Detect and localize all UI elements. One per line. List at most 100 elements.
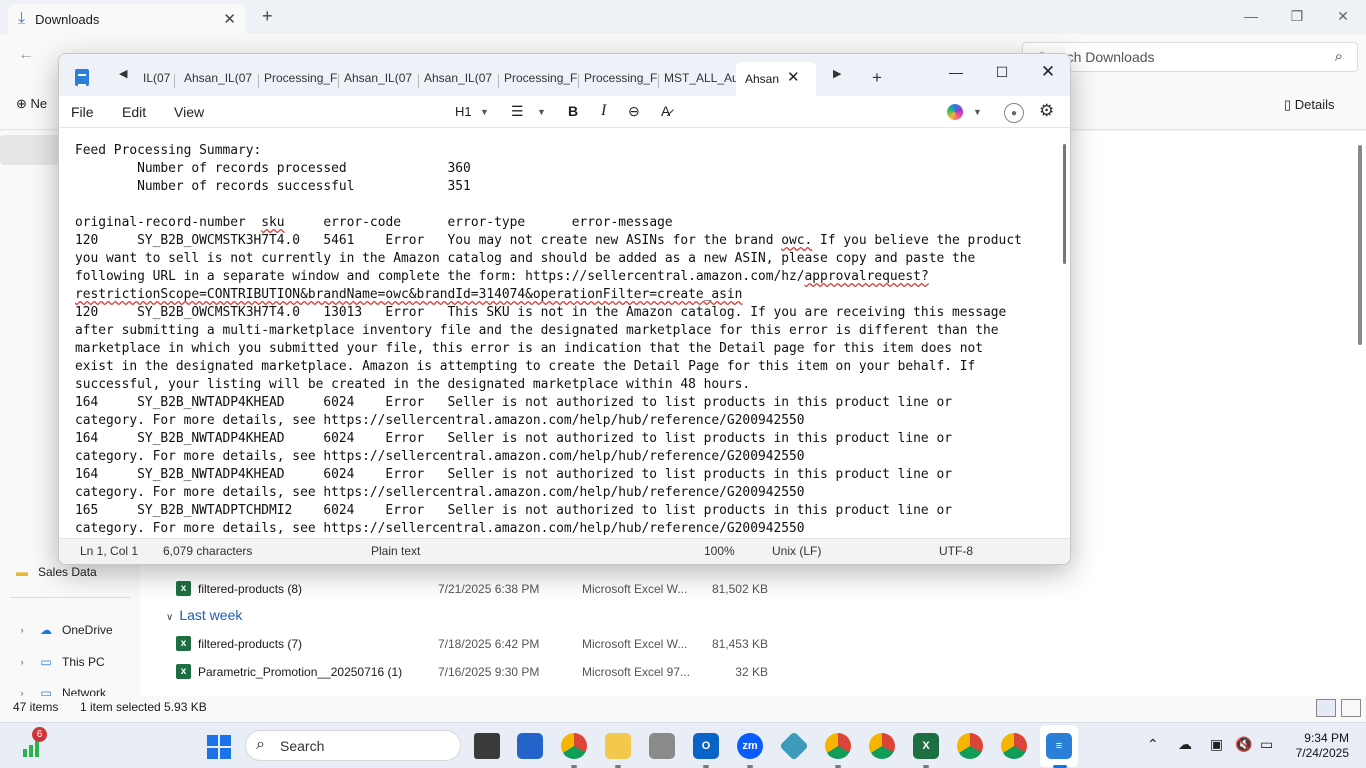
clock[interactable]: 9:34 PM 7/24/2025 [1287, 731, 1349, 761]
cloud-off-icon[interactable]: ☁ [1178, 736, 1192, 753]
widget-badge: 6 [32, 727, 47, 742]
menu-view[interactable]: View [174, 104, 204, 120]
chrome-profile-icon[interactable] [825, 733, 851, 759]
nav-label: Sales Data [38, 565, 97, 579]
spelling-squiggle: sku [261, 215, 285, 230]
tiles-view-icon[interactable] [1341, 699, 1361, 717]
tab-scroll-right-icon[interactable]: ▶ [833, 67, 841, 80]
notepad-tab[interactable]: Ahsan_IL(07 [184, 71, 258, 89]
character-count: 6,079 characters [163, 544, 253, 558]
task-view-icon[interactable] [474, 733, 500, 759]
notepad-tab[interactable]: Processing_F [264, 71, 338, 89]
account-icon[interactable]: ● [1004, 103, 1024, 123]
chevron-down-icon[interactable]: ▼ [973, 107, 982, 117]
text-editor[interactable]: Feed Processing Summary: Number of recor… [75, 142, 1060, 538]
tab-scroll-left-icon[interactable]: ◀ [119, 67, 127, 80]
close-button[interactable]: ✕ [1025, 58, 1070, 86]
link-icon[interactable]: ⊖ [628, 103, 640, 120]
text-line: successful, your listing will be created… [75, 377, 751, 392]
notepad-tab[interactable]: Ahsan_IL(07 [424, 71, 498, 89]
taskbar-search-label: Search [280, 737, 325, 754]
notepad-tab[interactable]: Ahsan_IL(07 [344, 71, 418, 89]
excel-icon[interactable]: X [913, 733, 939, 759]
explorer-scrollbar[interactable] [1358, 145, 1362, 345]
chevron-up-icon[interactable]: ⌃ [1147, 736, 1159, 753]
explorer-tab-downloads[interactable]: ⤓ Downloads ✕ [8, 4, 246, 34]
excel-file-icon: x [176, 581, 191, 596]
chrome-icon[interactable] [561, 733, 587, 759]
notepad-tab[interactable]: Processing_F [584, 71, 658, 89]
text-line: category. For more details, see https://… [75, 521, 805, 536]
new-tab-button[interactable]: + [872, 68, 882, 88]
close-tab-icon[interactable]: ✕ [223, 10, 236, 28]
clock-date: 7/24/2025 [1295, 746, 1349, 760]
chevron-down-icon[interactable]: ▼ [480, 107, 489, 117]
file-row[interactable]: x filtered-products (7) 7/18/2025 6:42 P… [176, 634, 976, 656]
notepad-status-bar: Ln 1, Col 1 6,079 characters Plain text … [59, 538, 1070, 564]
text-line: 165 SY_B2B_NWTADPTCHDMI2 6024 Error Sell… [75, 503, 952, 518]
group-header-last-week[interactable]: ∨ Last week [166, 607, 242, 623]
calculator-icon[interactable] [649, 733, 675, 759]
notepad-tab[interactable]: MST_ALL_Au [664, 71, 738, 89]
maximize-button[interactable]: ☐ [979, 58, 1025, 86]
menu-edit[interactable]: Edit [122, 104, 146, 120]
display-icon[interactable]: ▣ [1210, 736, 1223, 753]
close-tab-icon[interactable]: ✕ [787, 68, 800, 86]
file-name: Parametric_Promotion__20250716 (1) [198, 665, 403, 679]
minimize-button[interactable]: — [1228, 0, 1274, 32]
file-explorer-icon[interactable] [605, 733, 631, 759]
chrome-profile-icon[interactable] [957, 733, 983, 759]
notepad-icon[interactable]: ≡ [1046, 733, 1072, 759]
chevron-down-icon[interactable]: ▼ [537, 107, 546, 117]
text-line: category. For more details, see https://… [75, 413, 805, 428]
start-button[interactable] [207, 735, 231, 759]
nav-item-sales-data[interactable]: ▬ Sales Data [14, 565, 97, 579]
menu-file[interactable]: File [71, 104, 94, 120]
file-row[interactable]: x Parametric_Promotion__20250716 (1) 7/1… [176, 662, 976, 684]
excel-file-icon: x [176, 636, 191, 651]
editor-scrollbar[interactable] [1063, 144, 1066, 264]
notepad-tab[interactable]: IL(07 [143, 71, 171, 89]
back-arrow-icon[interactable]: ← [18, 46, 34, 64]
nav-item-onedrive[interactable]: › ☁ OneDrive [14, 623, 113, 637]
details-view-icon[interactable] [1316, 699, 1336, 717]
notepad-tab-active[interactable]: Ahsan ✕ [736, 62, 816, 96]
chrome-profile-icon[interactable] [869, 733, 895, 759]
store-icon[interactable] [517, 733, 543, 759]
copilot-icon[interactable] [947, 104, 963, 120]
zoom-icon[interactable]: zm [737, 733, 763, 759]
nav-item-this-pc[interactable]: › ▭ This PC [14, 655, 105, 669]
zoom-level[interactable]: 100% [704, 544, 735, 558]
battery-icon[interactable]: ▭ [1260, 736, 1273, 753]
file-date: 7/21/2025 6:38 PM [438, 582, 540, 596]
list-icon[interactable]: ☰ [511, 103, 524, 120]
details-button[interactable]: ▯ Details [1284, 97, 1335, 113]
file-type: Microsoft Excel W... [582, 637, 688, 651]
bold-icon[interactable]: B [568, 103, 578, 119]
volume-mute-icon[interactable]: 🔇 [1235, 736, 1252, 753]
notepad-titlebar: ◀ IL(07 Ahsan_IL(07 Processing_F Ahsan_I… [59, 54, 1070, 96]
notepad-tab[interactable]: Processing_F [504, 71, 578, 89]
clear-formatting-icon[interactable]: A̷ [661, 103, 670, 119]
new-button[interactable]: ⊕ Ne [16, 96, 47, 112]
text-line: marketplace in which you submitted your … [75, 341, 984, 356]
app-icon[interactable] [779, 731, 809, 761]
text-line: exist in the designated marketplace. Ama… [75, 359, 976, 374]
minimize-button[interactable]: — [933, 58, 979, 86]
new-tab-button[interactable]: + [262, 6, 273, 27]
explorer-search-input[interactable]: Search Downloads ⌕ [1022, 42, 1358, 72]
text-format: Plain text [371, 544, 421, 558]
gear-icon[interactable]: ⚙ [1039, 101, 1054, 121]
close-button[interactable]: ✕ [1320, 0, 1366, 32]
text-line: category. For more details, see https://… [75, 485, 805, 500]
tab-separator [174, 74, 175, 88]
computer-icon: ▭ [40, 655, 52, 669]
maximize-button[interactable]: ❐ [1274, 0, 1320, 32]
heading-dropdown[interactable]: H1 [455, 104, 472, 119]
outlook-icon[interactable]: O [693, 733, 719, 759]
file-row[interactable]: x filtered-products (8) 7/21/2025 6:38 P… [176, 579, 976, 601]
notepad-window: ◀ IL(07 Ahsan_IL(07 Processing_F Ahsan_I… [58, 53, 1071, 565]
italic-icon[interactable]: I [601, 102, 606, 120]
chrome-profile-icon[interactable] [1001, 733, 1027, 759]
taskbar-search[interactable]: ⌕ Search [245, 730, 461, 761]
